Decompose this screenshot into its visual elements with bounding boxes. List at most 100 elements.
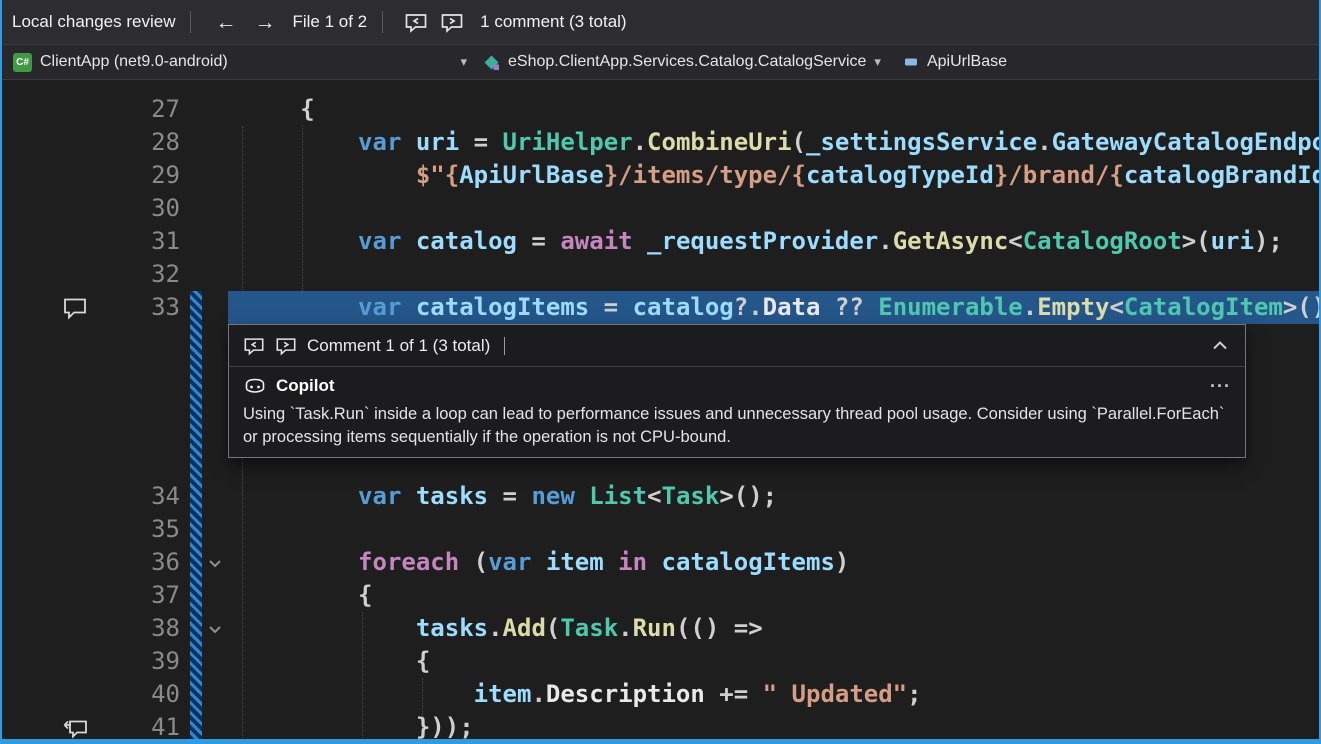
line-number: 30	[92, 192, 190, 225]
chevron-down-icon: ▾	[460, 54, 467, 70]
code-text	[228, 513, 1321, 546]
fold-col	[202, 291, 228, 324]
code-text: var uri = UriHelper.CombineUri(_settings…	[228, 126, 1321, 159]
comment-prev-icon	[404, 12, 428, 33]
review-toolbar: Local changes review ← → File 1 of 2 1 c…	[0, 0, 1321, 44]
type-label: eShop.ClientApp.Services.Catalog.Catalog…	[508, 53, 866, 71]
code-line-27[interactable]: 27 {	[0, 93, 1321, 126]
project-dropdown[interactable]: C# ClientApp (net9.0-android) ▾	[5, 48, 475, 76]
next-comment-button[interactable]	[434, 12, 470, 33]
window-accent-border-left	[0, 0, 2, 744]
more-options-button[interactable]: ···	[1210, 377, 1231, 395]
forward-button[interactable]: →	[245, 12, 284, 33]
prev-comment-button[interactable]	[398, 12, 434, 33]
editor-navbar: C# ClientApp (net9.0-android) ▾ eShop.Cl…	[0, 44, 1321, 80]
line-number: 28	[92, 126, 190, 159]
code-text: tasks.Add(Task.Run(() =>	[228, 612, 1321, 645]
add-comment-icon	[62, 716, 88, 740]
code-text: var catalog = await _requestProvider.Get…	[228, 225, 1321, 258]
fold-col	[202, 678, 228, 711]
line-margin	[0, 513, 92, 546]
separator	[190, 11, 191, 33]
comment-next-icon	[440, 12, 464, 33]
gutter-spacer	[190, 126, 202, 159]
line-margin	[0, 93, 92, 126]
back-button[interactable]: ←	[206, 12, 245, 33]
fold-col	[202, 579, 228, 612]
comment-bubble-icon	[62, 296, 88, 320]
review-title: Local changes review	[12, 12, 175, 32]
line-number: 36	[92, 546, 190, 579]
line-margin	[0, 678, 92, 711]
fold-col	[202, 159, 228, 192]
fold-col	[202, 645, 228, 678]
type-dropdown[interactable]: eShop.ClientApp.Services.Catalog.Catalog…	[475, 48, 889, 76]
line-margin	[0, 612, 92, 645]
fold-col	[202, 225, 228, 258]
comment-popup: Comment 1 of 1 (3 total) Copilot ··· Usi…	[228, 324, 1246, 458]
fold-toggle[interactable]	[202, 546, 228, 579]
gutter-spacer	[190, 159, 202, 192]
code-text: item.Description += " Updated";	[228, 678, 1321, 711]
line-margin	[0, 579, 92, 612]
code-line-30[interactable]: 30	[0, 192, 1321, 225]
code-line-26[interactable]: public async Task FilterAsync(int catalo…	[0, 80, 1321, 93]
fold-col	[202, 192, 228, 225]
field-icon	[903, 54, 919, 70]
csharp-project-icon: C#	[13, 53, 32, 72]
gutter-spacer	[190, 192, 202, 225]
collapse-comment-button[interactable]	[1209, 335, 1231, 357]
code-text: $"{ApiUrlBase}/items/type/{catalogTypeId…	[228, 159, 1321, 192]
fold-chevron-icon	[206, 620, 224, 638]
line-number: 33	[92, 291, 190, 324]
chevron-down-icon: ▾	[874, 54, 881, 70]
popup-prev-comment-button[interactable]	[243, 336, 265, 356]
fold-col	[202, 93, 228, 126]
member-dropdown[interactable]: ApiUrlBase	[895, 48, 1015, 76]
project-label: ClientApp (net9.0-android)	[40, 53, 228, 71]
comment-next-icon	[275, 336, 297, 356]
line-margin	[0, 159, 92, 192]
code-line-32[interactable]: 32	[0, 258, 1321, 291]
line-number: 27	[92, 93, 190, 126]
line-margin	[0, 192, 92, 225]
comment-prev-icon	[243, 336, 265, 356]
code-line-29[interactable]: 29 $"{ApiUrlBase}/items/type/{catalogTyp…	[0, 159, 1321, 192]
code-text: foreach (var item in catalogItems)	[228, 546, 1321, 579]
code-line-31[interactable]: 31 var catalog = await _requestProvider.…	[0, 225, 1321, 258]
fold-chevron-icon	[206, 554, 224, 572]
member-label: ApiUrlBase	[927, 53, 1007, 71]
comment-popup-header: Comment 1 of 1 (3 total)	[229, 325, 1245, 367]
text-cursor	[504, 337, 505, 355]
popup-next-comment-button[interactable]	[275, 336, 297, 356]
separator	[382, 11, 383, 33]
fold-col	[202, 513, 228, 546]
line-margin	[0, 645, 92, 678]
copilot-icon	[243, 374, 267, 398]
fold-col	[202, 126, 228, 159]
code-line-28[interactable]: 28 var uri = UriHelper.CombineUri(_setti…	[0, 126, 1321, 159]
fold-col	[202, 480, 228, 513]
code-text: var tasks = new List<Task>();	[228, 480, 1321, 513]
code-editor[interactable]: public async Task FilterAsync(int catalo…	[0, 80, 1321, 744]
class-icon	[483, 54, 500, 71]
code-text: {	[228, 579, 1321, 612]
gutter-spacer	[190, 93, 202, 126]
chevron-up-icon	[1209, 335, 1231, 357]
line-number: 35	[92, 513, 190, 546]
line-number: 40	[92, 678, 190, 711]
fold-toggle[interactable]	[202, 612, 228, 645]
code-text	[228, 258, 1321, 291]
code-text: {	[228, 93, 1321, 126]
line-number: 31	[92, 225, 190, 258]
gutter-spacer	[190, 258, 202, 291]
line-margin	[0, 546, 92, 579]
code-text: {	[228, 645, 1321, 678]
comment-author: Copilot	[276, 376, 335, 396]
code-text	[228, 192, 1321, 225]
comment-text: Using `Task.Run` inside a loop can lead …	[243, 403, 1231, 449]
comment-margin[interactable]	[0, 291, 92, 324]
line-margin	[0, 480, 92, 513]
comment-summary: 1 comment (3 total)	[480, 12, 626, 32]
line-number: 32	[92, 258, 190, 291]
